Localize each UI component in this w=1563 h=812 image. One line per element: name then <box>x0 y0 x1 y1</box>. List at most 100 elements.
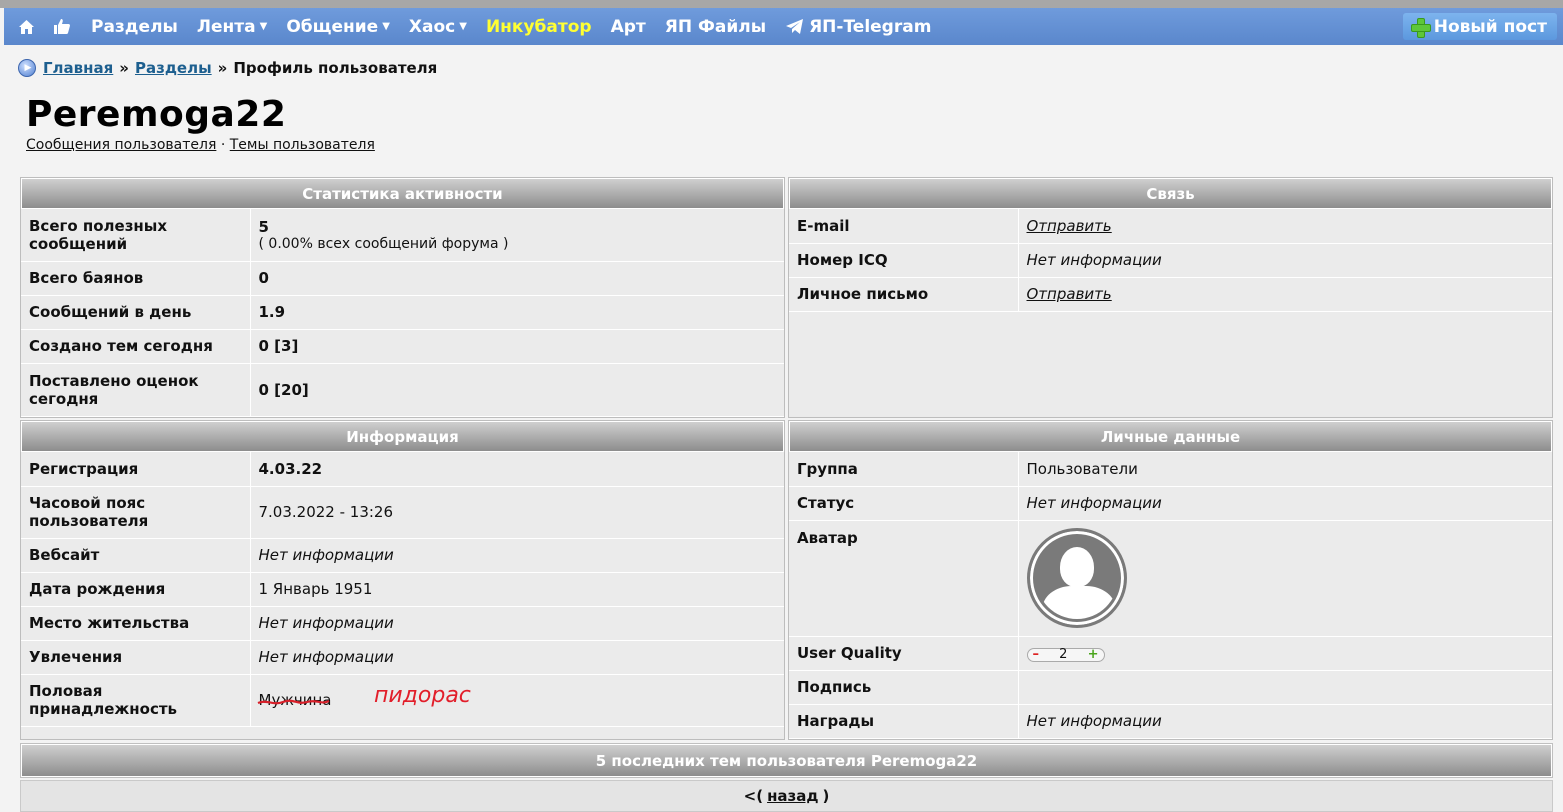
table-row: Всего полезных сообщений 5 ( 0.00% всех … <box>21 209 784 262</box>
row-value: Мужчина <box>250 674 784 727</box>
nav-incubator[interactable]: Инкубатор <box>486 17 592 37</box>
row-value: 0 <box>250 261 784 296</box>
nav-art-label: Арт <box>610 16 646 37</box>
private-message-link[interactable]: Отправить <box>1018 277 1552 312</box>
nav-files[interactable]: ЯП Файлы <box>665 17 766 37</box>
quality-minus-button[interactable]: – <box>1033 647 1040 662</box>
email-send-link[interactable]: Отправить <box>1018 209 1552 244</box>
user-messages-link[interactable]: Сообщения пользователя <box>26 137 216 153</box>
table-row: Дата рождения 1 Январь 1951 <box>21 572 784 607</box>
breadcrumb-separator: » <box>119 59 129 77</box>
table-row: E-mail Отправить <box>789 209 1552 244</box>
row-key: Статус <box>789 486 1019 521</box>
row-key: Регистрация <box>21 452 251 487</box>
table-row: Награды Нет информации <box>789 704 1552 739</box>
nav-chaos[interactable]: Хаос ▼ <box>409 17 467 37</box>
new-post-label: Новый пост <box>1433 16 1547 37</box>
home-icon[interactable] <box>18 19 35 35</box>
row-value: Нет информации <box>250 640 784 675</box>
back-bar: <( назад ) <box>20 780 1553 812</box>
row-value: – 2 + <box>1018 636 1552 671</box>
nav-feed[interactable]: Лента ▼ <box>197 17 267 37</box>
table-row: Вебсайт Нет информации <box>21 538 784 573</box>
row-value: Нет информации <box>1018 704 1552 739</box>
top-strip <box>0 0 1563 8</box>
table-row: Поставлено оценок сегодня 0 [20] <box>21 363 784 417</box>
red-scribble <box>257 699 329 705</box>
row-key: Дата рождения <box>21 572 251 607</box>
useful-messages-percent: ( 0.00% всех сообщений форума ) <box>258 235 509 252</box>
row-value <box>1018 520 1552 637</box>
nav-chat-label: Общение <box>286 16 379 37</box>
row-key: Поставлено оценок сегодня <box>21 363 251 417</box>
like-icon[interactable] <box>53 18 71 35</box>
nav-telegram-label: ЯП-Telegram <box>809 16 932 37</box>
personal-table: Группа Пользователи Статус Нет информаци… <box>789 452 1552 739</box>
table-row: Аватар <box>789 520 1552 637</box>
nav-telegram[interactable]: ЯП-Telegram <box>785 17 931 37</box>
contact-panel-title: Связь <box>789 178 1552 209</box>
quality-plus-button[interactable]: + <box>1088 647 1099 662</box>
row-value: 1 Январь 1951 <box>250 572 784 607</box>
contact-table: E-mail Отправить Номер ICQ Нет информаци… <box>789 209 1552 312</box>
row-value: Нет информации <box>250 606 784 641</box>
row-value: 0 [20] <box>250 363 784 417</box>
row-key: Аватар <box>789 520 1019 637</box>
row-value: 5 ( 0.00% всех сообщений форума ) <box>250 209 784 262</box>
row-key: Половая принадлежность <box>21 674 251 727</box>
row-key: Увлечения <box>21 640 251 675</box>
activity-table: Всего полезных сообщений 5 ( 0.00% всех … <box>21 209 784 417</box>
table-row: Личное письмо Отправить <box>789 277 1552 312</box>
avatar <box>1026 528 1127 628</box>
row-key: Сообщений в день <box>21 295 251 330</box>
row-key: Награды <box>789 704 1019 739</box>
breadcrumb-sections-link[interactable]: Разделы <box>135 59 212 77</box>
table-row: Часовой пояс пользователя 7.03.2022 - 13… <box>21 486 784 539</box>
breadcrumb-home-link[interactable]: Главная <box>43 59 113 77</box>
user-topics-link[interactable]: Темы пользователя <box>230 137 375 153</box>
page-title: Peremoga22 <box>26 94 287 135</box>
row-value: Нет информации <box>1018 243 1552 278</box>
nav-incubator-label: Инкубатор <box>485 16 592 37</box>
handwritten-note: пидорас <box>374 683 471 708</box>
nav-art[interactable]: Арт <box>611 17 646 37</box>
row-key: Подпись <box>789 670 1019 705</box>
table-row: Статус Нет информации <box>789 486 1552 521</box>
new-post-button[interactable]: Новый пост <box>1402 13 1557 40</box>
row-key: Номер ICQ <box>789 243 1019 278</box>
table-row: User Quality – 2 + <box>789 636 1552 671</box>
breadcrumb-current: Профиль пользователя <box>233 59 438 77</box>
gender-value: Мужчина <box>257 691 331 709</box>
activity-panel: Статистика активности Всего полезных соо… <box>20 177 785 418</box>
contact-panel: Связь E-mail Отправить Номер ICQ Нет инф… <box>788 177 1553 418</box>
table-row: Создано тем сегодня 0 [3] <box>21 329 784 364</box>
table-row: Сообщений в день 1.9 <box>21 295 784 330</box>
main-navbar: Разделы Лента ▼ Общение ▼ Хаос ▼ Инкубатор … <box>4 8 1563 45</box>
row-value: 0 [3] <box>250 329 784 364</box>
row-value: Нет информации <box>250 538 784 573</box>
table-row: Номер ICQ Нет информации <box>789 243 1552 278</box>
table-row: Всего баянов 0 <box>21 261 784 296</box>
quality-value: 2 <box>1059 647 1068 662</box>
telegram-icon <box>785 18 804 35</box>
breadcrumb-separator: » <box>217 59 228 77</box>
back-link[interactable]: назад <box>767 787 818 805</box>
row-key: Группа <box>789 452 1019 487</box>
row-key: E-mail <box>789 209 1019 244</box>
recent-topics-panel: 5 последних тем пользователя Peremoga22 <box>20 743 1553 778</box>
nav-files-label: ЯП Файлы <box>664 16 767 37</box>
nav-sections[interactable]: Разделы <box>91 17 178 37</box>
activity-panel-title: Статистика активности <box>21 178 784 209</box>
nav-feed-label: Лента <box>196 16 256 37</box>
table-row: Регистрация 4.03.22 <box>21 452 784 487</box>
back-suffix: ) <box>822 787 830 805</box>
row-value: Нет информации <box>1018 486 1552 521</box>
nav-chat[interactable]: Общение ▼ <box>286 17 390 37</box>
table-row: Увлечения Нет информации <box>21 640 784 675</box>
caret-down-icon: ▼ <box>259 21 268 32</box>
personal-panel: Личные данные Группа Пользователи Статус… <box>788 420 1553 740</box>
caret-down-icon: ▼ <box>459 21 467 32</box>
useful-messages-value: 5 <box>258 217 269 236</box>
user-quality-widget: – 2 + <box>1026 647 1105 662</box>
back-prefix: <( <box>743 787 764 805</box>
